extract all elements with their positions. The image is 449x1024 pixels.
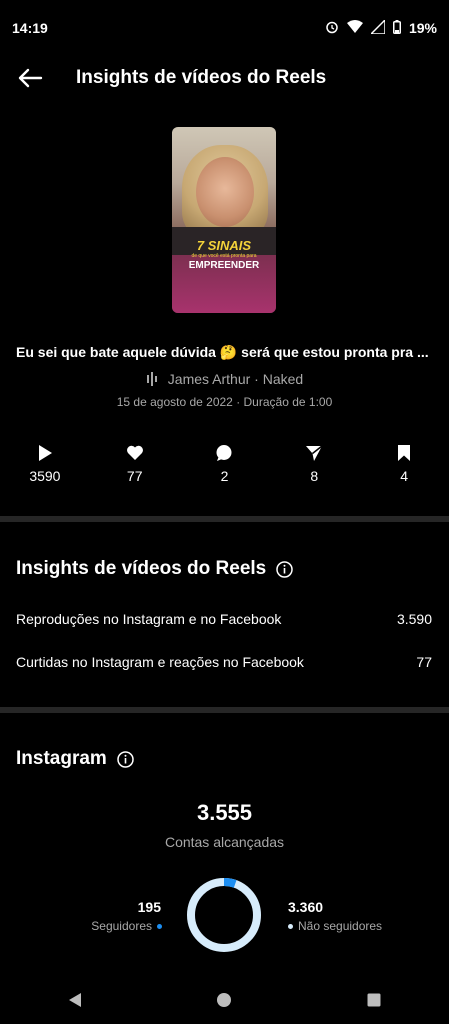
- wifi-icon: [346, 20, 363, 36]
- nav-recents-button[interactable]: [350, 976, 398, 1024]
- nav-back-button[interactable]: [51, 976, 99, 1024]
- reel-thumbnail[interactable]: 7 SINAIS de que você está pronta para EM…: [172, 127, 276, 313]
- engagement-stats: 3590 77 2 8 4: [0, 444, 449, 484]
- play-icon: [38, 445, 52, 461]
- status-time: 14:19: [12, 20, 48, 36]
- nav-home-button[interactable]: [200, 976, 248, 1024]
- shares-count: 8: [310, 468, 319, 484]
- info-icon[interactable]: [276, 560, 293, 578]
- reel-audio[interactable]: James Arthur · Naked: [0, 371, 449, 387]
- comments-count: 2: [220, 468, 229, 484]
- system-nav-bar: [0, 976, 449, 1024]
- comment-icon: [216, 445, 232, 461]
- non-followers-label: Não seguidores: [298, 919, 383, 933]
- heart-icon: [126, 445, 143, 460]
- triangle-back-icon: [68, 993, 81, 1007]
- non-followers-label-group: Não seguidores: [288, 919, 382, 933]
- followers-label: Seguidores: [91, 919, 152, 933]
- row-value: 3.590: [396, 611, 432, 627]
- non-followers-arc: [187, 878, 261, 952]
- thumbnail-subtitle: de que você está pronta para: [191, 253, 257, 259]
- header: Insights de vídeos do Reels: [0, 56, 449, 100]
- audio-waveform-icon: [146, 372, 157, 386]
- arrow-left-icon: [18, 68, 43, 88]
- likes-insight-row: Curtidas no Instagram e reações no Faceb…: [16, 654, 432, 670]
- thumbnail-headline: EMPREENDER: [188, 260, 260, 271]
- reel-caption[interactable]: Eu sei que bate aquele dúvida 🤔 será que…: [16, 344, 436, 361]
- back-button[interactable]: [8, 56, 52, 100]
- non-followers-legend-dot: [288, 923, 293, 929]
- plays-stat: 3590: [0, 444, 90, 484]
- row-value: 77: [416, 654, 432, 670]
- followers-count: 195: [137, 899, 161, 915]
- followers-donut-chart: [187, 878, 261, 952]
- likes-stat: 77: [90, 444, 180, 484]
- signal-icon: [369, 17, 386, 37]
- battery-level: 19%: [408, 20, 437, 36]
- instagram-title: Instagram: [16, 748, 107, 769]
- followers-legend-dot: [157, 923, 162, 929]
- non-followers-count: 3.360: [288, 899, 324, 915]
- row-label: Curtidas no Instagram e reações no Faceb…: [16, 654, 304, 670]
- followers-label-group: Seguidores: [91, 919, 162, 933]
- saves-count: 4: [400, 468, 408, 484]
- section-divider: [0, 516, 449, 522]
- plays-count: 3590: [29, 468, 61, 484]
- share-icon: [306, 445, 323, 461]
- reel-meta: 15 de agosto de 2022 · Duração de 1:00: [116, 395, 333, 409]
- status-bar: 14:19 19%: [0, 0, 449, 56]
- bookmark-icon: [398, 445, 411, 461]
- accounts-reached-count: 3.555: [196, 800, 253, 825]
- insights-title: Insights de vídeos do Reels: [16, 558, 267, 579]
- info-icon[interactable]: [117, 750, 134, 768]
- insights-section-title: Insights de vídeos do Reels: [16, 558, 293, 580]
- section-divider: [0, 707, 449, 713]
- row-label: Reproduções no Instagram e no Facebook: [16, 611, 282, 627]
- saves-stat: 4: [359, 444, 449, 484]
- page-title: Insights de vídeos do Reels: [76, 67, 327, 88]
- likes-count: 77: [126, 468, 143, 484]
- alarm-icon: [325, 20, 339, 37]
- accounts-reached-label: Contas alcançadas: [164, 834, 285, 850]
- audio-label: James Arthur · Naked: [167, 371, 304, 387]
- status-icons: 19%: [325, 17, 437, 37]
- plays-insight-row: Reproduções no Instagram e no Facebook 3…: [16, 611, 432, 627]
- comments-stat: 2: [180, 444, 270, 484]
- circle-home-icon: [217, 993, 232, 1007]
- instagram-section-title: Instagram: [16, 748, 134, 770]
- shares-stat: 8: [269, 444, 359, 484]
- square-recents-icon: [367, 993, 381, 1007]
- battery-icon: [392, 19, 401, 37]
- thumbnail-title: 7 SINAIS: [196, 238, 252, 253]
